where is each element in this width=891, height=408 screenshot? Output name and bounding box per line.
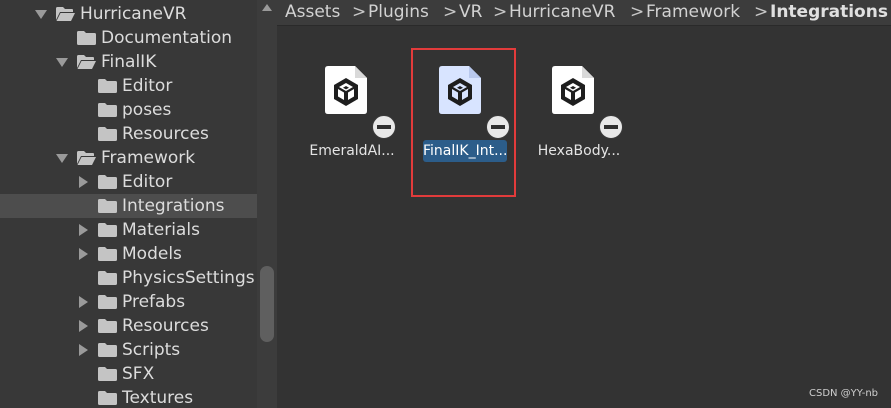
tree-item[interactable]: Resources [0,122,257,146]
scrollbar-thumb[interactable] [260,266,274,342]
folder-open-icon [56,7,75,21]
tree-scrollbar[interactable] [257,0,277,408]
expand-arrow-right-icon[interactable] [79,320,88,332]
folder-icon [98,343,117,357]
folder-icon [98,271,117,285]
tree-item[interactable]: Textures [0,386,257,408]
breadcrumb-item[interactable]: Assets [285,0,340,24]
tree-item-label: Integrations [122,196,225,216]
asset-label: HexaBody... [537,143,621,159]
tree-item-label: Resources [122,316,209,336]
folder-icon [98,175,117,189]
tree-item[interactable]: Editor [0,170,257,194]
tree-item-label: HurricaneVR [80,4,187,24]
folder-icon [98,127,117,141]
tree-item[interactable]: Scripts [0,338,257,362]
breadcrumb-item[interactable]: HurricaneVR [509,0,615,24]
folder-icon [98,79,117,93]
tree-item[interactable]: Integrations [0,194,257,218]
tree-item[interactable]: Editor [0,74,257,98]
expand-arrow-down-icon[interactable] [56,154,68,163]
breadcrumb-separator: > [493,2,508,22]
tree-item-label: Prefabs [122,292,186,312]
breadcrumb-separator: > [443,2,458,22]
tree-item-label: Editor [122,172,173,192]
tree-item-label: Framework [101,148,196,168]
tree-item-label: Materials [122,220,200,240]
folder-icon [98,391,117,405]
breadcrumb-separator: > [630,2,645,22]
watermark: CSDN @YY-nb [808,388,878,399]
project-folder-tree: HurricaneVR Documentation FinalIK Editor pos… [0,0,257,408]
tree-item-label: Editor [122,76,173,96]
expand-arrow-right-icon[interactable] [79,344,88,356]
breadcrumb-item[interactable]: Plugins [368,0,429,24]
folder-icon [77,31,96,45]
tree-item[interactable]: SFX [0,362,257,386]
tree-item[interactable]: PhysicsSettings [0,266,257,290]
annotation-highlight-box [411,48,516,197]
scroll-up-arrow-icon[interactable] [262,4,272,11]
expand-arrow-right-icon[interactable] [79,248,88,260]
tree-item[interactable]: Materials [0,218,257,242]
folder-icon [98,367,117,381]
unity-package-icon [552,66,594,114]
tree-item-label: PhysicsSettings [122,268,255,288]
tree-item-label: Scripts [122,340,181,360]
tree-item[interactable]: Framework [0,146,257,170]
folder-icon [98,103,117,117]
tree-item-label: SFX [122,364,155,384]
tree-item[interactable]: Models [0,242,257,266]
folder-open-icon [77,151,96,165]
expand-arrow-right-icon[interactable] [79,296,88,308]
folder-open-icon [77,55,96,69]
folder-icon [98,319,117,333]
tree-item[interactable]: Prefabs [0,290,257,314]
tree-item[interactable]: FinalIK [0,50,257,74]
expand-arrow-right-icon[interactable] [79,224,88,236]
asset-tile[interactable]: HexaBody... [527,26,631,166]
tree-item[interactable]: Documentation [0,26,257,50]
expand-arrow-down-icon[interactable] [35,10,47,19]
folder-icon [98,199,117,213]
tree-item[interactable]: HurricaneVR [0,2,257,26]
excluded-minus-badge-icon [372,115,396,139]
breadcrumb: Assets > Plugins > VR > HurricaneVR > Framework >… [277,0,891,26]
tree-item[interactable]: Resources [0,314,257,338]
tree-item-label: poses [122,100,172,120]
tree-item-label: FinalIK [101,52,157,72]
unity-package-icon [325,66,367,114]
tree-item-label: Resources [122,124,209,144]
breadcrumb-separator: > [754,2,769,22]
expand-arrow-right-icon[interactable] [79,176,88,188]
folder-icon [98,247,117,261]
excluded-minus-badge-icon [599,115,623,139]
asset-tile[interactable]: EmeraldAI... [300,26,404,166]
breadcrumb-item[interactable]: Integrations [770,0,888,24]
breadcrumb-separator: > [352,2,367,22]
tree-item[interactable]: poses [0,98,257,122]
folder-icon [98,295,117,309]
tree-item-label: Documentation [101,28,233,48]
folder-icon [98,223,117,237]
expand-arrow-down-icon[interactable] [56,58,68,67]
breadcrumb-item[interactable]: VR [459,0,482,24]
asset-label: EmeraldAI... [309,143,395,159]
breadcrumb-item[interactable]: Framework [646,0,740,24]
tree-item-label: Models [122,244,182,264]
tree-item-label: Textures [122,388,194,408]
asset-grid: EmeraldAI... FinalIK_Int... HexaBody... [277,26,891,408]
